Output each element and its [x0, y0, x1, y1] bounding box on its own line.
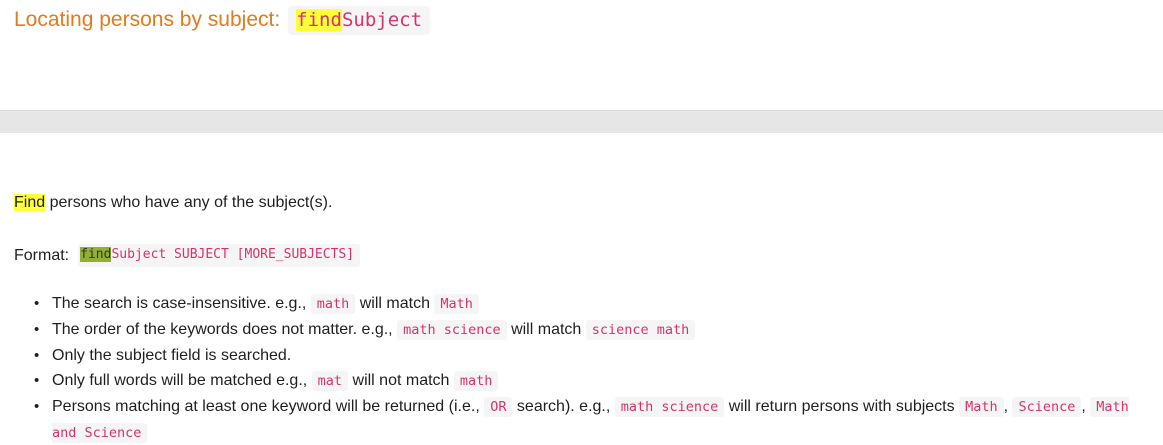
- format-command-rest: Subject SUBJECT [MORE_SUBJECTS]: [111, 247, 355, 262]
- inline-code: math science: [614, 397, 725, 417]
- rules-list: The search is case-insensitive. e.g., ma…: [32, 291, 1142, 445]
- rule-text: will not match: [348, 372, 454, 389]
- intro-paragraph: Find persons who have any of the subject…: [14, 193, 332, 213]
- heading-command-highlight: find: [296, 8, 342, 31]
- list-item: Only full words will be matched e.g., ma…: [32, 368, 1142, 394]
- list-item: The search is case-insensitive. e.g., ma…: [32, 291, 1142, 317]
- rule-text: search). e.g.,: [512, 398, 615, 415]
- rule-text: Only full words will be matched e.g.,: [52, 372, 312, 389]
- inline-code: science math: [585, 320, 696, 340]
- inline-code: OR: [484, 397, 513, 417]
- intro-rest: persons who have any of the subject(s).: [45, 194, 333, 211]
- format-label: Format:: [14, 246, 70, 264]
- rule-text: The search is case-insensitive. e.g.,: [52, 295, 311, 312]
- heading-command-rest: Subject: [341, 8, 423, 31]
- intro-highlight: Find: [14, 194, 46, 211]
- inline-code: mat: [311, 371, 349, 391]
- list-item: Only the subject field is searched.: [32, 343, 1142, 368]
- rule-text: Persons matching at least one keyword wi…: [52, 398, 485, 415]
- format-command-highlight: find: [80, 247, 112, 262]
- section-divider: [0, 110, 1163, 133]
- heading-text: Locating persons by subject:: [14, 8, 281, 31]
- list-item: The order of the keywords does not matte…: [32, 317, 1142, 343]
- inline-code: math: [453, 371, 499, 391]
- rule-text: Only the subject field is searched.: [52, 347, 292, 364]
- rule-text: The order of the keywords does not matte…: [52, 321, 398, 338]
- section-heading: Locating persons by subject: findSubject: [14, 4, 431, 36]
- rule-text: will match: [506, 321, 586, 338]
- format-command-code: findSubject SUBJECT [MORE_SUBJECTS]: [78, 244, 361, 267]
- inline-code: Science: [1012, 397, 1082, 417]
- inline-code: Math: [959, 397, 1004, 417]
- rule-text: will match: [355, 295, 435, 312]
- format-line: Format: findSubject SUBJECT [MORE_SUBJEC…: [14, 244, 361, 267]
- rule-text: ,: [1081, 398, 1091, 415]
- inline-code: math science: [397, 320, 507, 340]
- rule-text: will return persons with subjects: [724, 398, 960, 415]
- inline-code: Math: [434, 294, 479, 314]
- heading-command-code: findSubject: [288, 5, 431, 35]
- inline-code: math: [310, 294, 356, 314]
- list-item: Persons matching at least one keyword wi…: [32, 394, 1142, 445]
